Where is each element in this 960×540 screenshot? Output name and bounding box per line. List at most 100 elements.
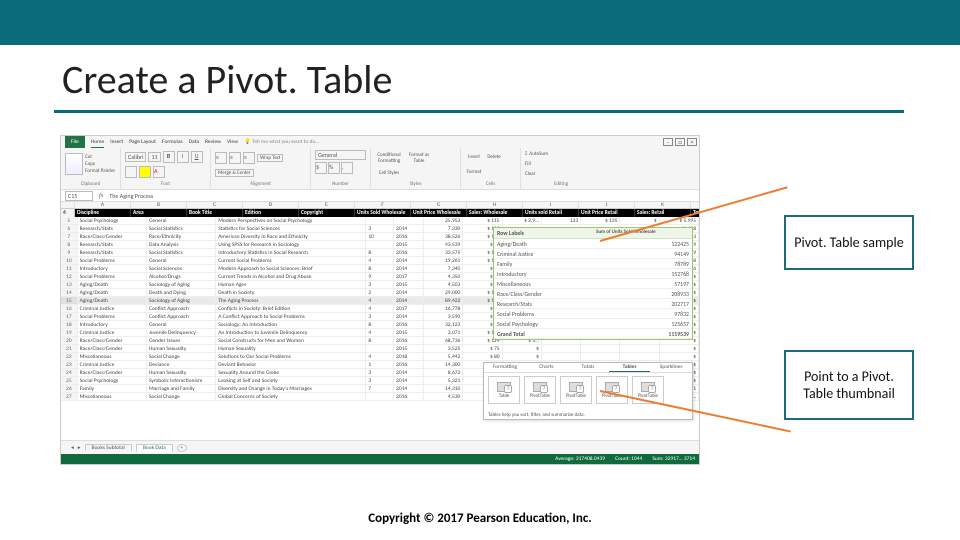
fx-icon[interactable]: fx	[99, 193, 103, 199]
table-header: Units sold Retail	[523, 209, 579, 217]
border-button[interactable]	[125, 166, 137, 178]
comma-button[interactable]: ,	[341, 162, 353, 174]
slide-title: Create a Pivot. Table	[62, 55, 392, 104]
pivot-row: Introductory152768	[494, 269, 692, 279]
align-right-button[interactable]: ≡	[243, 152, 255, 164]
ribbon-body: Cut Copy Format Painter Clipboard Calibr…	[61, 148, 699, 189]
qa-tab-charts[interactable]: Charts	[526, 363, 568, 372]
fill-color-button[interactable]	[139, 166, 151, 178]
formula-bar: C15 fx The Aging Process	[61, 190, 699, 202]
tell-me[interactable]: 💡 Tell me what you want to do…	[244, 136, 319, 148]
col-head[interactable]: G	[411, 202, 467, 208]
col-head[interactable]: A	[75, 202, 131, 208]
sheet-tab-bookdata[interactable]: Book Data	[136, 444, 173, 452]
qa-thumbnails: TablePivotTablePivotTablePivotTablePivot…	[484, 373, 692, 407]
tab-review[interactable]: Review	[205, 136, 221, 148]
group-clipboard: Clipboard	[65, 181, 116, 187]
tab-page-layout[interactable]: Page Layout	[129, 136, 156, 148]
qa-tab-formatting[interactable]: Formatting	[484, 363, 526, 372]
col-head[interactable]: I	[523, 202, 579, 208]
qa-thumb-pivottable[interactable]: PivotTable	[560, 376, 592, 404]
number-format[interactable]: General	[315, 150, 366, 160]
merge-center-button[interactable]: Merge & Center	[215, 169, 254, 177]
pivot-row-labels-header: Row Labels	[494, 228, 593, 239]
qa-thumb-pivottable[interactable]: PivotTable	[524, 376, 556, 404]
tab-view[interactable]: View	[227, 136, 238, 148]
cell-styles-button[interactable]: Cell Styles	[375, 170, 403, 176]
col-head[interactable]: C	[187, 202, 243, 208]
align-left-button[interactable]: ≡	[215, 152, 227, 164]
col-head[interactable]: E	[299, 202, 355, 208]
col-head[interactable]: L	[691, 202, 699, 208]
sheet-nav-prev-icon[interactable]: ◂	[71, 445, 74, 451]
autosum-button[interactable]: AutoSum	[529, 151, 548, 157]
table-row[interactable]: 22MiscellaneousSocial ChangeSolutions to…	[61, 353, 699, 361]
percent-button[interactable]: %	[328, 162, 340, 174]
insert-cells-button[interactable]: Insert	[465, 154, 483, 160]
pivottable-icon	[569, 382, 583, 392]
group-cells: Cells	[465, 181, 516, 187]
sheet-nav-next-icon[interactable]: ▸	[78, 445, 81, 451]
table-row[interactable]: 5Social PsychologyGeneralModern Perspect…	[61, 217, 699, 225]
qa-tabs: FormattingChartsTotalsTablesSparklines	[484, 363, 692, 373]
pivottable-icon	[605, 382, 619, 392]
wrap-text-button[interactable]: Wrap Text	[257, 154, 283, 162]
qa-tab-totals[interactable]: Totals	[567, 363, 609, 372]
tab-file[interactable]: File	[65, 136, 85, 148]
quick-analysis-popover: FormattingChartsTotalsTablesSparklines T…	[483, 362, 693, 420]
table-row[interactable]: 21Race/Class/GenderHuman SexualityHuman …	[61, 345, 699, 353]
table-header: Area	[131, 209, 187, 217]
col-head[interactable]: H	[467, 202, 523, 208]
name-box[interactable]: C15	[65, 191, 93, 201]
font-name[interactable]: Calibri	[125, 152, 146, 162]
add-sheet-button[interactable]: +	[177, 444, 187, 452]
pivot-row: Aging/Death122425	[494, 239, 692, 249]
cut-button[interactable]: Cut	[85, 154, 115, 160]
format-table-button[interactable]: Format as Table	[405, 152, 433, 164]
tab-data[interactable]: Data	[189, 136, 199, 148]
clear-button[interactable]: Clear	[525, 171, 597, 177]
underline-button[interactable]: U	[191, 151, 203, 163]
qa-thumb-table[interactable]: Table	[488, 376, 520, 404]
font-size[interactable]: 11	[148, 152, 160, 162]
currency-button[interactable]: $	[315, 162, 327, 174]
col-head[interactable]: D	[243, 202, 299, 208]
status-count: Count: 1044	[615, 456, 642, 462]
copy-button[interactable]: Copy	[85, 161, 115, 167]
paste-icon[interactable]	[65, 153, 83, 175]
delete-cells-button[interactable]: Delete	[485, 154, 503, 160]
col-head[interactable]: K	[635, 202, 691, 208]
pivot-row: Criminal Justice94149	[494, 249, 692, 259]
format-painter-button[interactable]: Format Painter	[85, 168, 115, 174]
table-header: Unit Price Wholesale	[411, 209, 467, 217]
tab-insert[interactable]: Insert	[110, 136, 123, 148]
row-head[interactable]: 4	[61, 209, 75, 217]
col-head[interactable]: B	[131, 202, 187, 208]
col-head[interactable]: J	[579, 202, 635, 208]
formula-content[interactable]: The Aging Process	[109, 192, 153, 200]
tab-formulas[interactable]: Formulas	[162, 136, 183, 148]
status-bar: Average: 317408.0439 Count: 1044 Sum: 32…	[61, 454, 699, 464]
italic-button[interactable]: I	[177, 151, 189, 163]
table-header: Book Title	[187, 209, 243, 217]
align-center-button[interactable]: ≡	[229, 152, 241, 164]
table-header: Edition	[243, 209, 299, 217]
bold-button[interactable]: B	[163, 151, 175, 163]
col-head[interactable]: F	[355, 202, 411, 208]
format-cells-button[interactable]: Format	[465, 169, 483, 175]
copyright: Copyright © 2017 Pearson Education, Inc.	[0, 511, 960, 526]
tab-home[interactable]: Home	[91, 136, 104, 148]
fill-button[interactable]: Fill	[525, 161, 597, 167]
font-color-button[interactable]: A	[153, 166, 165, 178]
sheet-tab-subtotal[interactable]: Books Subtotal	[85, 444, 132, 451]
pivot-row: Social Problems97832	[494, 309, 692, 319]
callout-pivot-thumbnail: Point to a Pivot. Table thumbnail	[784, 350, 914, 420]
col-head[interactable]	[61, 202, 75, 208]
pivot-sample-overlay: Row Labels Sum of Units Sold Wholesale A…	[493, 227, 693, 340]
group-styles: Styles	[375, 181, 456, 187]
pivottable-icon	[641, 382, 655, 392]
table-header: Copyright	[299, 209, 355, 217]
qa-tab-sparklines[interactable]: Sparklines	[650, 363, 692, 372]
qa-tab-tables[interactable]: Tables	[609, 363, 651, 372]
cond-format-button[interactable]: Conditional Formatting	[375, 152, 403, 164]
